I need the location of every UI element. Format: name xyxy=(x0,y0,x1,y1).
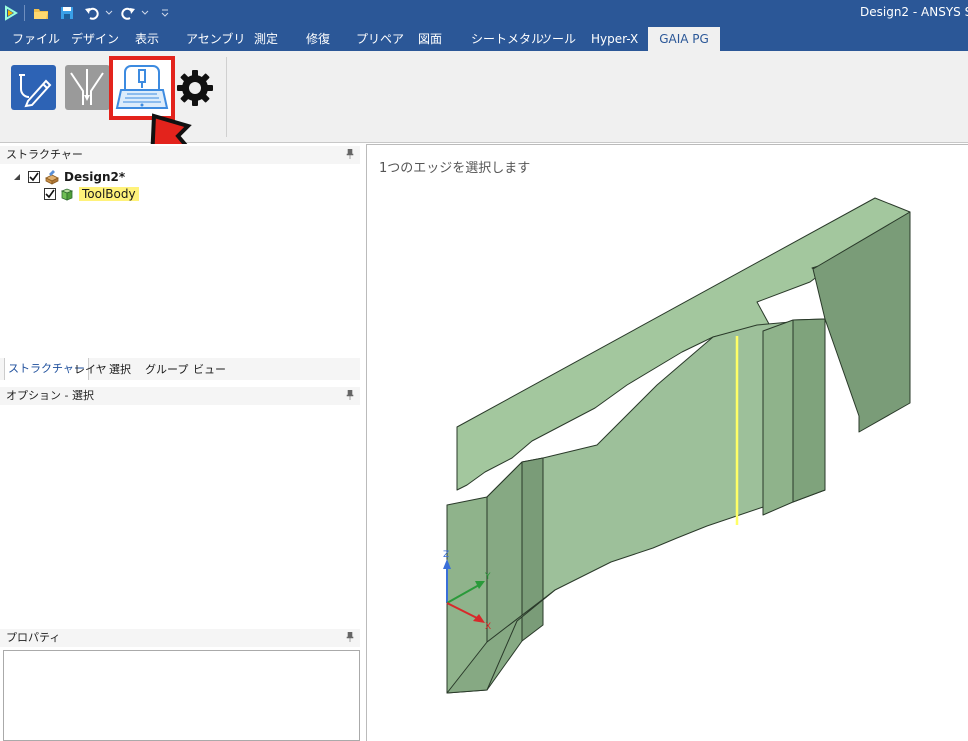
machine-tool-icon xyxy=(115,65,169,109)
properties-panel-header: プロパティ xyxy=(0,629,360,647)
tab-hyper-x[interactable]: Hyper-X xyxy=(591,27,638,51)
redo-icon[interactable] xyxy=(118,3,138,23)
tab-display[interactable]: 表示 xyxy=(135,27,159,51)
visibility-checkbox[interactable] xyxy=(44,187,56,200)
tab-selection[interactable]: 選択 xyxy=(109,361,131,377)
pen-design-icon xyxy=(11,65,56,110)
visibility-checkbox[interactable] xyxy=(28,170,40,183)
options-panel-header: オプション - 選択 xyxy=(0,387,360,405)
structure-tab-strip: ストラクチャー レイヤ 選択 グループ ビュー xyxy=(0,358,360,380)
window-title: Design2 - ANSYS Sp xyxy=(860,5,968,19)
tab-sheet-metal[interactable]: シートメタル xyxy=(471,27,543,51)
pen-design-button[interactable] xyxy=(11,65,56,110)
tab-tools[interactable]: ツール xyxy=(540,27,576,51)
properties-panel-body[interactable] xyxy=(3,650,360,741)
toolbar-separator xyxy=(24,5,25,21)
ribbon-group-divider xyxy=(226,57,227,137)
collapse-triangle-icon[interactable] xyxy=(12,172,22,182)
undo-dropdown-icon[interactable] xyxy=(104,3,114,23)
axis-x-label: X xyxy=(485,622,491,632)
properties-panel-title: プロパティ xyxy=(6,631,61,644)
tree-item-label: Design2* xyxy=(64,169,126,184)
tab-views[interactable]: ビュー xyxy=(193,361,226,377)
ribbon-tab-bar: ファイル デザイン 表示 アセンブリ 測定 修復 プリペア 図面 シートメタル … xyxy=(0,27,968,51)
tab-prepare[interactable]: プリペア xyxy=(356,27,404,51)
save-icon[interactable] xyxy=(58,3,76,23)
open-folder-icon[interactable] xyxy=(32,3,50,23)
tab-file[interactable]: ファイル xyxy=(12,27,60,51)
tab-assembly[interactable]: アセンブリ xyxy=(186,27,245,51)
machine-tool-button[interactable] xyxy=(109,56,175,120)
design-icon xyxy=(45,169,59,185)
tree-item-label: ToolBody xyxy=(79,186,139,201)
pin-icon[interactable] xyxy=(346,390,354,400)
tool-path-icon xyxy=(65,65,110,110)
tab-measure[interactable]: 測定 xyxy=(254,27,278,51)
tab-layers[interactable]: レイヤ xyxy=(74,361,107,377)
customize-icon[interactable] xyxy=(158,3,172,23)
tab-design[interactable]: デザイン xyxy=(71,27,119,51)
tab-drawing[interactable]: 図面 xyxy=(418,27,442,51)
structure-panel-header: ストラクチャー xyxy=(0,146,360,164)
tab-repair[interactable]: 修復 xyxy=(306,27,330,51)
tab-gaia-pg[interactable]: GAIA PG xyxy=(648,27,720,51)
ansys-logo-icon[interactable] xyxy=(2,3,20,23)
pin-icon[interactable] xyxy=(346,149,354,159)
axis-z-label: Z xyxy=(443,550,449,560)
title-bar: Design2 - ANSYS Sp xyxy=(0,0,968,27)
checkmark-icon xyxy=(45,189,55,198)
settings-button[interactable] xyxy=(175,68,215,108)
tab-groups[interactable]: グループ xyxy=(145,361,188,377)
checkmark-icon xyxy=(29,172,39,181)
tree-item-design2[interactable]: Design2* xyxy=(12,168,125,185)
model-right-strip-2[interactable] xyxy=(792,318,826,503)
tool-body-model[interactable]: Z Y X xyxy=(367,145,968,741)
redo-dropdown-icon[interactable] xyxy=(140,3,150,23)
pin-icon[interactable] xyxy=(346,632,354,642)
tree-item-toolbody[interactable]: ToolBody xyxy=(44,185,139,202)
3d-viewport[interactable]: 1つのエッジを選択します Z Y X xyxy=(366,144,968,741)
options-panel-title: オプション - 選択 xyxy=(6,389,94,402)
tool-path-button[interactable] xyxy=(65,65,110,110)
axis-y-label: Y xyxy=(484,572,491,582)
structure-panel-title: ストラクチャー xyxy=(6,148,83,161)
body-icon xyxy=(60,188,74,201)
left-panels: ストラクチャー Design2* ToolBody ストラクチャー レイヤ 選択… xyxy=(0,144,366,741)
undo-icon[interactable] xyxy=(82,3,102,23)
gear-icon xyxy=(177,70,213,106)
